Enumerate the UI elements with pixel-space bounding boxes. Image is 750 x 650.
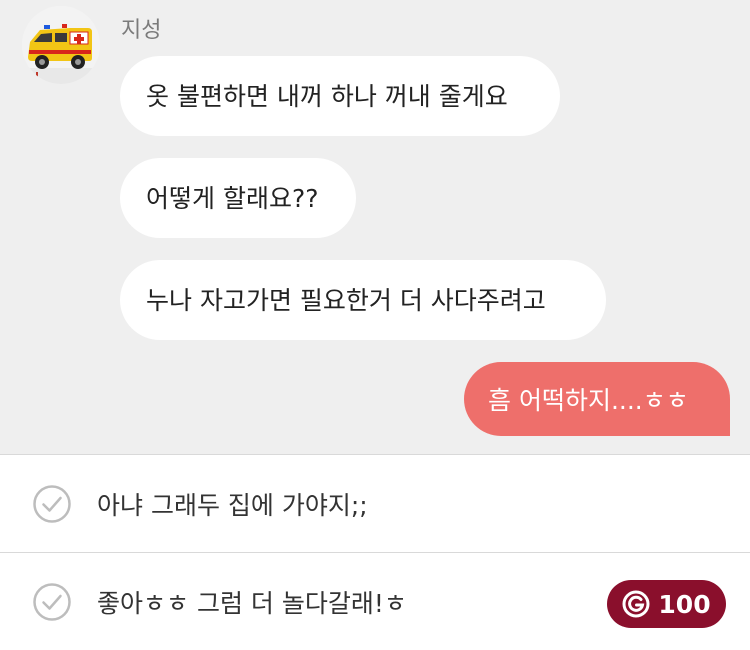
message-bubble-received: 누나 자고가면 필요한거 더 사다주려고	[120, 260, 606, 340]
check-circle-icon	[33, 485, 71, 523]
message-text: 옷 불편하면 내꺼 하나 꺼내 줄게요	[146, 81, 508, 111]
contact-avatar[interactable]	[22, 6, 100, 84]
message-bubble-received: 어떻게 할래요??	[120, 158, 356, 238]
message-bubble-sent: 흠 어떡하지....ㅎㅎ	[464, 362, 730, 436]
contact-name: 지성	[121, 18, 162, 43]
ambulance-toy-avatar-icon	[22, 6, 100, 84]
message-text: 어떻게 할래요??	[146, 183, 319, 213]
choice-text: 아냐 그래두 집에 가야지;;	[97, 491, 368, 520]
divider	[0, 454, 750, 455]
choice-option-1[interactable]: 아냐 그래두 집에 가야지;;	[0, 456, 750, 552]
chat-area: 지성 옷 불편하면 내꺼 하나 꺼내 줄게요 어떻게 할래요?? 누나 자고가면…	[0, 0, 750, 454]
divider	[0, 552, 750, 553]
check-circle-icon	[33, 583, 71, 621]
cost-badge[interactable]: 100	[607, 580, 726, 628]
message-text: 누나 자고가면 필요한거 더 사다주려고	[146, 285, 546, 315]
choice-text: 좋아ㅎㅎ 그럼 더 놀다갈래!ㅎ	[97, 589, 407, 618]
message-bubble-received: 옷 불편하면 내꺼 하나 꺼내 줄게요	[120, 56, 560, 136]
g-coin-icon	[622, 590, 650, 618]
message-text: 흠 어떡하지....ㅎㅎ	[488, 386, 689, 415]
cost-value: 100	[658, 589, 711, 619]
